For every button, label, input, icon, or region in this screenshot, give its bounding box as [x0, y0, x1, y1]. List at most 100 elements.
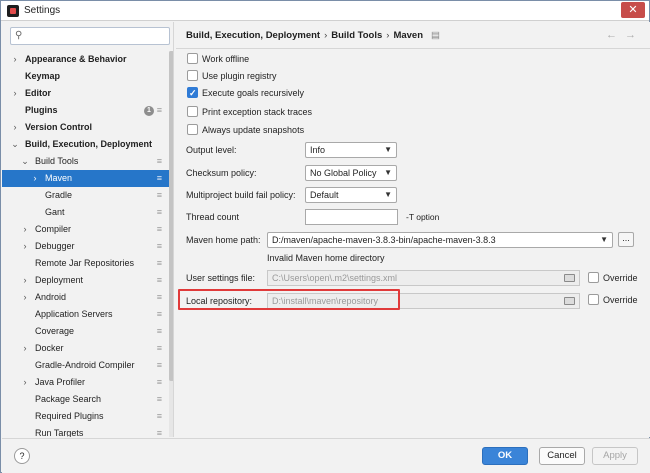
sidebar-item-gradle-android-compiler[interactable]: Gradle-Android Compiler ≡	[2, 357, 170, 374]
project-settings-icon: ≡	[156, 309, 162, 319]
sidebar-item-label: Gant	[45, 207, 65, 217]
sidebar-item-package-search[interactable]: Package Search ≡	[2, 391, 170, 408]
project-settings-icon: ≡	[156, 292, 162, 302]
apply-button[interactable]: Apply	[592, 447, 638, 465]
local-repository-highlight-box	[178, 289, 400, 310]
maven-home-path-select[interactable]: D:/maven/apache-maven-3.8.3-bin/apache-m…	[267, 232, 613, 248]
maven-home-warning: Invalid Maven home directory	[267, 253, 385, 263]
print-exception-stack-traces-checkbox[interactable]	[187, 106, 198, 117]
ok-button[interactable]: OK	[482, 447, 528, 465]
sidebar-item-version-control[interactable]: › Version Control	[2, 119, 170, 136]
forward-arrow-icon[interactable]: →	[625, 29, 636, 41]
project-settings-icon: ≡	[156, 326, 162, 336]
search-icon: ⚲	[15, 30, 23, 41]
sidebar-item-label: Remote Jar Repositories	[35, 258, 135, 268]
sidebar-item-label: Required Plugins	[35, 411, 104, 421]
settings-search-input[interactable]	[27, 30, 167, 42]
multiproject-fail-policy-select[interactable]: Default ▼	[305, 187, 397, 203]
chevron-right-icon[interactable]: ›	[20, 221, 30, 238]
folder-icon[interactable]	[564, 297, 575, 305]
work-offline-checkbox[interactable]	[187, 53, 198, 64]
sidebar-item-coverage[interactable]: Coverage ≡	[2, 323, 170, 340]
plugins-update-badge: 1	[144, 106, 154, 116]
sidebar-item-label: Docker	[35, 343, 64, 353]
sidebar-item-label: Coverage	[35, 326, 75, 336]
project-settings-icon: ≡	[156, 241, 162, 251]
chevron-down-icon: ▼	[384, 145, 392, 154]
folder-icon[interactable]	[564, 274, 575, 282]
close-button[interactable]: ✕	[621, 2, 645, 18]
cancel-button[interactable]: Cancel	[539, 447, 585, 465]
sidebar-item-keymap[interactable]: Keymap	[2, 68, 170, 85]
checksum-policy-select[interactable]: No Global Policy ▼	[305, 165, 397, 181]
chevron-right-icon[interactable]: ›	[20, 289, 30, 306]
multiproject-fail-policy-label: Multiproject build fail policy:	[186, 190, 296, 200]
sidebar-item-plugins[interactable]: Plugins 1 ≡	[2, 102, 170, 119]
chevron-down-icon: ▼	[384, 168, 392, 177]
chevron-right-icon[interactable]: ›	[30, 170, 40, 187]
chevron-right-icon[interactable]: ›	[20, 272, 30, 289]
sidebar-item-editor[interactable]: › Editor	[2, 85, 170, 102]
sidebar-item-label: Version Control	[25, 122, 93, 132]
help-button[interactable]: ?	[14, 448, 30, 464]
sidebar-item-label: Compiler	[35, 224, 72, 234]
app-logo-icon	[7, 5, 19, 17]
sidebar-item-compiler[interactable]: › Compiler ≡	[2, 221, 170, 238]
chevron-right-icon[interactable]: ›	[10, 119, 20, 136]
sidebar-item-debugger[interactable]: › Debugger ≡	[2, 238, 170, 255]
output-level-value: Info	[310, 145, 326, 155]
settings-search-box[interactable]: ⚲	[10, 27, 170, 45]
execute-goals-recursively-checkbox[interactable]	[187, 86, 198, 100]
sidebar-item-maven[interactable]: › Maven ≡	[2, 170, 170, 187]
project-settings-icon: ≡	[156, 343, 162, 353]
sidebar-scrollbar-thumb[interactable]	[169, 51, 173, 381]
sidebar-item-remote-jar-repositories[interactable]: Remote Jar Repositories ≡	[2, 255, 170, 272]
sidebar-item-appearance-behavior[interactable]: › Appearance & Behavior	[2, 51, 170, 68]
chevron-down-icon[interactable]: ⌄	[20, 153, 30, 170]
sidebar-item-build-execution-deployment[interactable]: ⌄ Build, Execution, Deployment	[2, 136, 170, 153]
sidebar-item-gant[interactable]: Gant ≡	[2, 204, 170, 221]
chevron-right-icon[interactable]: ›	[10, 85, 20, 102]
dialog-footer: ? OK Cancel Apply	[2, 438, 650, 473]
sidebar-item-build-tools[interactable]: ⌄ Build Tools ≡	[2, 153, 170, 170]
sidebar-item-android[interactable]: › Android ≡	[2, 289, 170, 306]
back-arrow-icon[interactable]: ←	[606, 29, 617, 41]
sidebar-item-label: Appearance & Behavior	[25, 54, 127, 64]
chevron-right-icon[interactable]: ›	[20, 238, 30, 255]
sidebar-item-label: Package Search	[35, 394, 102, 404]
print-exception-stack-traces-label: Print exception stack traces	[202, 107, 313, 117]
user-settings-file-field[interactable]: C:\Users\open\.m2\settings.xml	[267, 270, 580, 286]
multiproject-fail-policy-value: Default	[310, 190, 339, 200]
local-repository-override-checkbox[interactable]	[588, 294, 599, 305]
always-update-snapshots-label: Always update snapshots	[202, 125, 305, 135]
sidebar-scrollbar[interactable]	[169, 51, 173, 437]
breadcrumb-item: Maven	[393, 30, 424, 41]
project-settings-icon: ≡	[156, 411, 162, 421]
output-level-label: Output level:	[186, 145, 237, 155]
user-settings-override-label: Override	[603, 273, 638, 283]
sidebar-item-java-profiler[interactable]: › Java Profiler ≡	[2, 374, 170, 391]
use-plugin-registry-checkbox[interactable]	[187, 70, 198, 81]
always-update-snapshots-checkbox[interactable]	[187, 124, 198, 135]
output-level-select[interactable]: Info ▼	[305, 142, 397, 158]
chevron-right-icon[interactable]: ›	[20, 374, 30, 391]
sidebar-item-gradle[interactable]: Gradle ≡	[2, 187, 170, 204]
sidebar-item-application-servers[interactable]: Application Servers ≡	[2, 306, 170, 323]
project-settings-icon: ≡	[156, 258, 162, 268]
thread-count-hint: -T option	[406, 212, 440, 222]
sidebar-item-deployment[interactable]: › Deployment ≡	[2, 272, 170, 289]
user-settings-override-checkbox[interactable]	[588, 272, 599, 283]
sidebar-item-run-targets[interactable]: Run Targets ≡	[2, 425, 170, 437]
browse-button[interactable]: ...	[618, 232, 634, 247]
breadcrumb-separator: ›	[324, 30, 328, 41]
project-settings-icon: ≡	[156, 377, 162, 387]
chevron-down-icon[interactable]: ⌄	[10, 136, 20, 153]
sidebar-item-docker[interactable]: › Docker ≡	[2, 340, 170, 357]
chevron-right-icon[interactable]: ›	[20, 340, 30, 357]
sidebar-item-required-plugins[interactable]: Required Plugins ≡	[2, 408, 170, 425]
sidebar-item-label: Gradle	[45, 190, 73, 200]
work-offline-label: Work offline	[202, 54, 250, 64]
chevron-right-icon[interactable]: ›	[10, 51, 20, 68]
settings-window: Settings ✕ ⚲ › Appearance & Behavior Keyma…	[0, 0, 650, 473]
thread-count-input[interactable]	[305, 209, 398, 225]
